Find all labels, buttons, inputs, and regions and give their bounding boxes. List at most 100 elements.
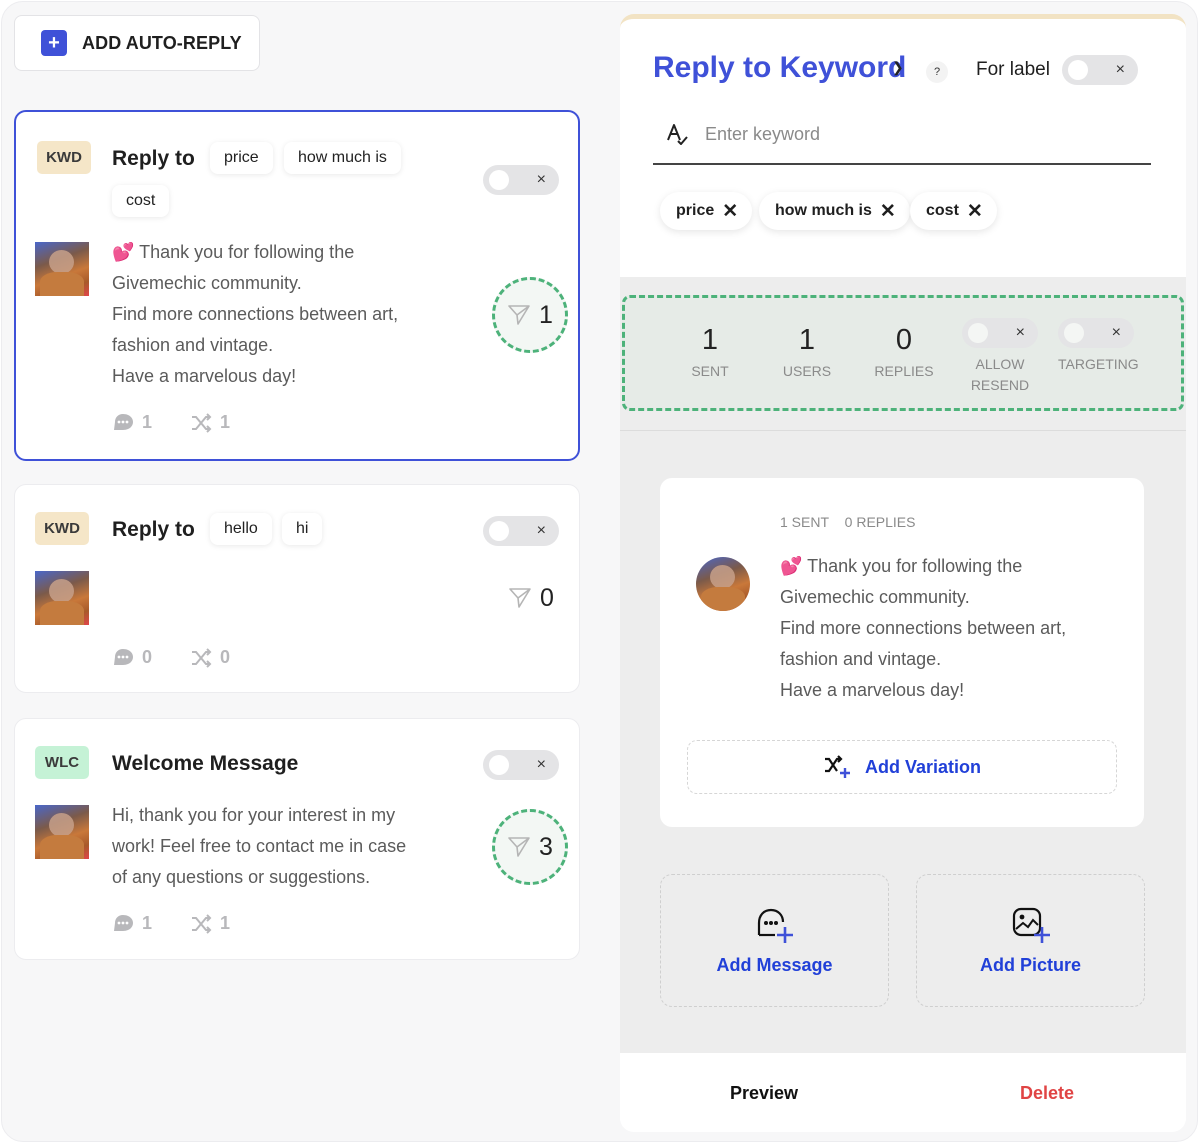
help-icon[interactable]: ? <box>926 61 948 83</box>
sent-count: 0 <box>540 583 554 612</box>
keyword-input[interactable] <box>705 119 1125 149</box>
content-area: 1 SENT 1 USERS 0 REPLIES × ALLOW RESEND <box>620 277 1186 1053</box>
sent-counter: 1 <box>492 277 568 353</box>
avatar <box>35 805 89 859</box>
avatar <box>35 571 89 625</box>
targeting-control: × TARGETING <box>1058 318 1139 375</box>
remove-keyword-icon[interactable]: ✕ <box>722 200 738 223</box>
delete-button[interactable]: Delete <box>1020 1083 1074 1104</box>
shuffle-icon <box>192 647 212 668</box>
message-line: Givemechic community. <box>780 587 970 607</box>
toggle-knob <box>489 170 509 190</box>
divider <box>620 430 1186 431</box>
allow-resend-label: ALLOW RESEND <box>970 356 1030 393</box>
auto-reply-card[interactable]: KWD Reply to price how much is cost × 💕 … <box>14 110 580 461</box>
close-icon: × <box>1115 61 1125 78</box>
close-icon: × <box>536 171 546 188</box>
message-icon <box>114 914 133 931</box>
send-icon <box>509 588 531 608</box>
message-line: Find more connections between art, <box>780 618 1067 638</box>
messages-count: 1 <box>142 412 153 432</box>
type-badge: KWD <box>37 141 91 174</box>
enable-toggle[interactable]: × <box>483 516 559 546</box>
stat-label: USERS <box>782 363 832 379</box>
targeting-toggle[interactable]: × <box>1058 318 1134 348</box>
type-badge: KWD <box>35 512 89 545</box>
message-preview: 💕 Thank you for following the Givemechic… <box>112 237 442 392</box>
messages-count: 1 <box>142 913 153 933</box>
message-line: fashion and vintage. <box>780 649 942 669</box>
keyword-pill-label: price <box>676 202 715 219</box>
enable-toggle[interactable]: × <box>483 750 559 780</box>
keyword-chip: price <box>210 142 273 174</box>
stat-label: REPLIES <box>874 363 934 379</box>
keyword-chip: hi <box>282 513 323 545</box>
keyword-pill: cost ✕ <box>910 192 997 230</box>
keyword-pill: price ✕ <box>660 192 753 230</box>
card-stats: 0 0 <box>112 647 230 668</box>
enable-toggle[interactable]: × <box>483 165 559 195</box>
allow-resend-toggle[interactable]: × <box>962 318 1038 348</box>
message-line: Have a marvelous day! <box>112 366 297 386</box>
messages-count: 0 <box>142 647 153 667</box>
preview-button[interactable]: Preview <box>730 1083 798 1104</box>
shuffle-add-icon <box>824 755 850 778</box>
remove-keyword-icon[interactable]: ✕ <box>880 200 896 223</box>
message-line: 💕 Thank you for following the <box>112 242 355 262</box>
message-line: fashion and vintage. <box>112 335 274 355</box>
close-icon: × <box>536 756 546 773</box>
for-label-toggle[interactable]: × <box>1062 55 1138 85</box>
sent-count: 3 <box>539 832 553 861</box>
sent-counter: 3 <box>492 809 568 885</box>
message-line: work! Feel free to contact me in case <box>112 836 407 856</box>
keyword-pill: how much is ✕ <box>759 192 910 230</box>
message-line: Hi, thank you for your interest in my <box>112 805 396 825</box>
card-stats: 1 1 <box>112 412 230 433</box>
message-line: Find more connections between art, <box>112 304 399 324</box>
keyword-pill-label: how much is <box>775 202 872 219</box>
message-line: 💕 Thank you for following the <box>780 556 1023 576</box>
message-line: Givemechic community. <box>112 273 302 293</box>
card-title: Reply to <box>112 518 195 541</box>
add-variation-button[interactable]: Add Variation <box>687 740 1117 794</box>
add-auto-reply-label: ADD AUTO-REPLY <box>82 32 242 53</box>
stat-label: SENT <box>691 363 729 379</box>
stat-value: 1 <box>798 324 816 356</box>
keyword-chip: how much is <box>284 142 401 174</box>
picture-add-icon <box>1012 907 1050 943</box>
auto-reply-card[interactable]: WLC Welcome Message × Hi, thank you for … <box>14 718 580 960</box>
shuffle-icon <box>192 412 212 433</box>
remove-keyword-icon[interactable]: ✕ <box>967 200 983 223</box>
stat-value: 0 <box>895 324 913 356</box>
add-variation-label: Add Variation <box>864 756 981 777</box>
chevron-down-icon[interactable]: ❯ <box>892 59 904 76</box>
toggle-knob <box>489 521 509 541</box>
add-picture-label: Add Picture <box>979 955 1081 975</box>
message-add-icon <box>757 908 793 943</box>
message-line: Have a marvelous day! <box>780 680 965 700</box>
toggle-knob <box>968 323 988 343</box>
add-message-button[interactable]: Add Message <box>660 874 889 1007</box>
avatar <box>696 557 750 611</box>
keyword-chip: cost <box>112 185 170 217</box>
stat-users: 1 USERS <box>762 324 852 379</box>
stat-sent: 1 SENT <box>665 324 755 379</box>
close-icon: × <box>536 522 546 539</box>
message-preview: Hi, thank you for your interest in my wo… <box>112 800 442 893</box>
sent-counter: 0 <box>493 560 569 636</box>
for-label-text: For label <box>976 59 1050 80</box>
toggle-knob <box>1064 323 1084 343</box>
add-picture-button[interactable]: Add Picture <box>916 874 1145 1007</box>
message-card[interactable]: 1 SENT 0 REPLIES 💕 Thank you for followi… <box>660 478 1144 827</box>
spellcheck-icon <box>667 124 688 145</box>
variations-count: 1 <box>220 412 231 432</box>
message-body[interactable]: 💕 Thank you for following the Givemechic… <box>780 551 1120 706</box>
toggle-knob <box>1068 60 1088 80</box>
auto-reply-card[interactable]: KWD Reply to hello hi × 0 0 0 <box>14 484 580 693</box>
add-auto-reply-button[interactable]: + ADD AUTO-REPLY <box>14 15 260 71</box>
close-icon: × <box>1111 324 1121 341</box>
reply-type-title[interactable]: Reply to Keyword <box>653 51 906 85</box>
variations-count: 1 <box>220 913 231 933</box>
message-line: of any questions or suggestions. <box>112 867 371 887</box>
message-sent-count: 1 SENT <box>780 514 829 530</box>
